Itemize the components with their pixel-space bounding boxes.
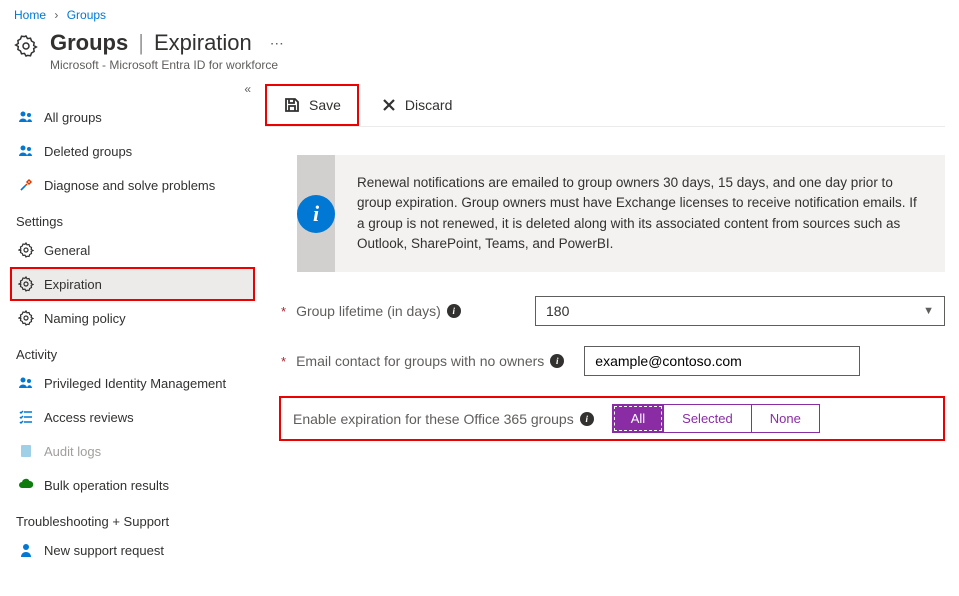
gear-icon	[14, 34, 38, 58]
form-row-email: * Email contact for groups with no owner…	[281, 346, 945, 376]
sidebar-item-label: Bulk operation results	[44, 478, 169, 493]
sidebar: « All groups Deleted groups Diagnose and…	[0, 82, 265, 577]
info-tooltip-icon[interactable]: i	[550, 354, 564, 368]
sidebar-section-settings: Settings	[10, 202, 255, 233]
person-support-icon	[18, 542, 34, 558]
chevron-right-icon: ›	[54, 8, 58, 22]
sidebar-item-label: New support request	[44, 543, 164, 558]
info-banner: i Renewal notifications are emailed to g…	[297, 155, 945, 272]
required-indicator: *	[281, 304, 286, 319]
info-tooltip-icon[interactable]: i	[447, 304, 461, 318]
sidebar-item-new-support-request[interactable]: New support request	[10, 533, 255, 567]
lifetime-select-value: 180	[546, 303, 569, 319]
enable-label: Enable expiration for these Office 365 g…	[293, 411, 594, 427]
lifetime-label: Group lifetime (in days) i	[296, 303, 461, 319]
info-icon-column: i	[297, 155, 335, 272]
gear-icon	[18, 310, 34, 326]
lifetime-select[interactable]: 180 ▼	[535, 296, 945, 326]
sidebar-section-activity: Activity	[10, 335, 255, 366]
sidebar-item-label: Audit logs	[44, 444, 101, 459]
page-header: Groups | Expiration ⋯ Microsoft - Micros…	[0, 28, 959, 82]
discard-button[interactable]: Discard	[363, 85, 470, 125]
discard-button-label: Discard	[405, 97, 452, 113]
command-bar: Save Discard	[265, 82, 945, 127]
page-subtitle: Microsoft - Microsoft Entra ID for workf…	[50, 58, 289, 72]
save-icon	[283, 96, 301, 114]
breadcrumb: Home › Groups	[0, 0, 959, 28]
form-row-enable-expiration: Enable expiration for these Office 365 g…	[279, 396, 945, 441]
sidebar-item-label: Naming policy	[44, 311, 126, 326]
sidebar-item-bulk-ops[interactable]: Bulk operation results	[10, 468, 255, 502]
segment-selected[interactable]: Selected	[663, 404, 752, 433]
sidebar-item-naming-policy[interactable]: Naming policy	[10, 301, 255, 335]
sidebar-item-label: Privileged Identity Management	[44, 376, 226, 391]
collapse-sidebar-button[interactable]: «	[244, 82, 251, 96]
people-icon	[18, 143, 34, 159]
sidebar-item-audit-logs[interactable]: Audit logs	[10, 434, 255, 468]
close-icon	[381, 97, 397, 113]
email-input[interactable]	[584, 346, 860, 376]
sidebar-item-label: Diagnose and solve problems	[44, 178, 215, 193]
chevron-down-icon: ▼	[923, 305, 934, 317]
log-icon	[18, 443, 34, 459]
sidebar-item-deleted-groups[interactable]: Deleted groups	[10, 134, 255, 168]
cloud-icon	[18, 477, 34, 493]
sidebar-item-label: Access reviews	[44, 410, 134, 425]
more-options-button[interactable]: ⋯	[266, 35, 289, 52]
sidebar-item-all-groups[interactable]: All groups	[10, 100, 255, 134]
sidebar-item-label: Expiration	[44, 277, 102, 292]
sidebar-item-general[interactable]: General	[10, 233, 255, 267]
wrench-icon	[18, 177, 34, 193]
save-button-label: Save	[309, 97, 341, 113]
sidebar-item-access-reviews[interactable]: Access reviews	[10, 400, 255, 434]
sidebar-item-diagnose[interactable]: Diagnose and solve problems	[10, 168, 255, 202]
required-indicator: *	[281, 354, 286, 369]
checklist-icon	[18, 409, 34, 425]
sidebar-item-label: General	[44, 243, 90, 258]
info-tooltip-icon[interactable]: i	[580, 412, 594, 426]
sidebar-item-label: Deleted groups	[44, 144, 132, 159]
people-icon	[18, 375, 34, 391]
breadcrumb-groups[interactable]: Groups	[67, 8, 106, 22]
gear-icon	[18, 242, 34, 258]
info-icon: i	[297, 195, 335, 233]
sidebar-item-label: All groups	[44, 110, 102, 125]
sidebar-section-support: Troubleshooting + Support	[10, 502, 255, 533]
sidebar-item-pim[interactable]: Privileged Identity Management	[10, 366, 255, 400]
info-banner-text: Renewal notifications are emailed to gro…	[335, 155, 945, 272]
segment-all[interactable]: All	[612, 404, 664, 433]
email-label: Email contact for groups with no owners …	[296, 353, 564, 369]
segment-group-expiration: All Selected None	[612, 404, 820, 433]
segment-none[interactable]: None	[751, 404, 820, 433]
gear-icon	[18, 276, 34, 292]
breadcrumb-home[interactable]: Home	[14, 8, 46, 22]
main-content: Save Discard i Renewal notifications are…	[265, 82, 959, 577]
sidebar-item-expiration[interactable]: Expiration	[10, 267, 255, 301]
save-button[interactable]: Save	[265, 84, 359, 126]
page-title: Groups | Expiration ⋯	[50, 30, 289, 56]
form-row-lifetime: * Group lifetime (in days) i 180 ▼	[281, 296, 945, 326]
people-icon	[18, 109, 34, 125]
